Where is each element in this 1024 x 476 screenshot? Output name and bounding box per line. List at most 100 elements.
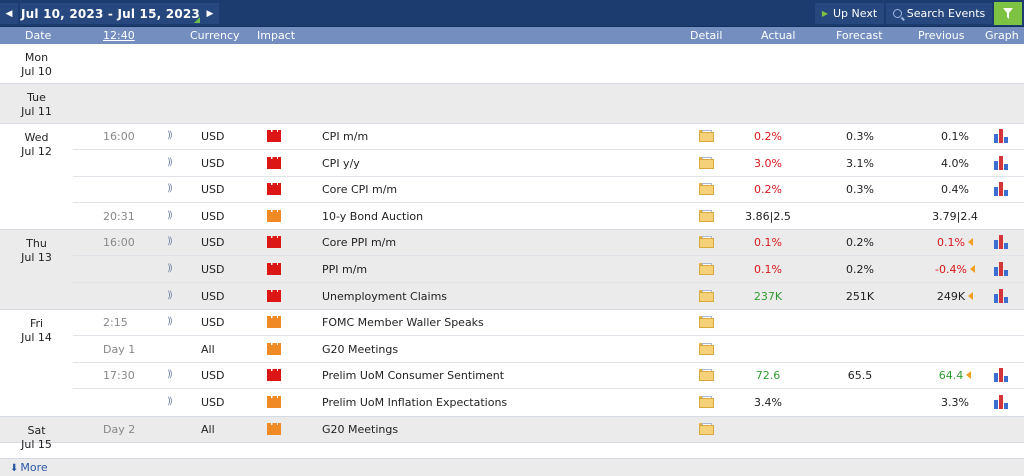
detail-folder-icon[interactable]: [699, 422, 714, 435]
event-time: Day 1: [103, 342, 136, 356]
event-title[interactable]: PPI m/m: [322, 263, 367, 276]
day-block: Fri Jul 14 2:15)) USD FOMC Member Waller Spe…: [0, 310, 1024, 417]
triangle-left-icon: ◀: [5, 8, 13, 19]
day-block: Thu Jul 13 16:00)) USD Core PPI m/m 0.1% 0.2% 0…: [0, 230, 1024, 311]
event-title[interactable]: Prelim UoM Inflation Expectations: [322, 396, 507, 409]
col-previous: Previous: [918, 29, 965, 42]
search-icon: [892, 9, 902, 18]
sound-alert-icon[interactable]: )): [167, 210, 173, 221]
detail-folder-icon[interactable]: [699, 289, 714, 302]
filter-button[interactable]: [994, 2, 1022, 25]
sound-alert-icon[interactable]: )): [167, 290, 173, 301]
detail-folder-icon[interactable]: [699, 316, 714, 329]
sound-alert-icon[interactable]: )): [167, 183, 173, 194]
event-title[interactable]: Prelim UoM Consumer Sentiment: [322, 369, 504, 382]
actual-value: 3.4%: [754, 395, 782, 409]
calendar-footer: ⬇ More: [0, 458, 1024, 476]
graph-icon[interactable]: [994, 368, 1009, 383]
event-title[interactable]: Core CPI m/m: [322, 183, 397, 196]
previous-value-text: 0.1%: [941, 130, 969, 143]
search-events-label: Search Events: [906, 7, 986, 20]
day-label: Fri Jul 14: [0, 317, 73, 345]
detail-folder-icon[interactable]: [699, 369, 714, 382]
more-link[interactable]: ⬇ More: [10, 461, 48, 474]
detail-folder-icon[interactable]: [699, 342, 714, 355]
revised-icon[interactable]: [966, 371, 972, 380]
day-block: Sat Jul 15 Day 2 All G20 Meetings: [0, 416, 1024, 451]
detail-folder-icon[interactable]: [699, 183, 714, 196]
event-time: Day 2: [103, 422, 136, 436]
sound-alert-icon[interactable]: )): [167, 316, 173, 327]
medium-impact-icon: [267, 316, 281, 329]
event-row[interactable]: 16:00)) USD CPI m/m 0.2% 0.3% 0.1%: [73, 124, 1024, 150]
more-label: More: [20, 461, 48, 474]
detail-folder-icon[interactable]: [699, 130, 714, 142]
event-title[interactable]: 10-y Bond Auction: [322, 210, 423, 223]
detail-folder-icon[interactable]: [699, 236, 714, 249]
search-events-button[interactable]: Search Events: [886, 3, 992, 24]
graph-icon[interactable]: [994, 288, 1009, 303]
up-next-button[interactable]: ▶ Up Next: [815, 3, 884, 24]
event-currency: USD: [201, 156, 225, 170]
revised-icon[interactable]: [969, 264, 975, 273]
col-graph: Graph: [985, 29, 1019, 42]
graph-icon[interactable]: [994, 235, 1009, 250]
day-date: Jul 12: [21, 145, 52, 158]
detail-folder-icon[interactable]: [699, 395, 714, 408]
day-label: Sat Jul 15: [0, 424, 73, 452]
day-of-week: Mon: [24, 51, 49, 64]
event-row[interactable]: )) USD CPI y/y 3.0% 3.1% 4.0%: [73, 151, 1024, 177]
event-title[interactable]: CPI m/m: [322, 130, 368, 143]
detail-folder-icon[interactable]: [699, 262, 714, 275]
forecast-value: 251K: [845, 289, 875, 303]
event-row[interactable]: )) USD Prelim UoM Inflation Expectations 3.…: [73, 390, 1024, 416]
sound-alert-icon[interactable]: )): [167, 236, 173, 247]
day-block: Wed Jul 12 16:00)) USD CPI m/m 0.2% 0.3% 0.1%))…: [0, 124, 1024, 231]
event-row[interactable]: Day 2 All G20 Meetings: [73, 417, 1024, 443]
previous-value-text: 3.3%: [941, 395, 969, 409]
forecast-value: 3.1%: [846, 156, 874, 170]
detail-folder-icon[interactable]: [699, 156, 714, 169]
event-title[interactable]: G20 Meetings: [322, 343, 398, 356]
graph-icon[interactable]: [994, 129, 1009, 143]
event-time: 16:00: [103, 236, 135, 250]
detail-folder-icon[interactable]: [699, 209, 714, 222]
event-currency: USD: [201, 130, 225, 143]
date-range-selector[interactable]: Jul 10, 2023 - Jul 15, 2023: [20, 3, 201, 24]
date-range-label: Jul 10, 2023 - Jul 15, 2023: [20, 6, 200, 21]
medium-impact-icon: [267, 342, 281, 355]
revised-icon[interactable]: [968, 291, 974, 300]
actual-value: 3.86|2.5: [745, 209, 791, 223]
event-row[interactable]: 2:15)) USD FOMC Member Waller Speaks: [73, 310, 1024, 337]
event-row[interactable]: 17:30)) USD Prelim UoM Consumer Sentiment 7…: [73, 363, 1024, 390]
graph-icon[interactable]: [994, 182, 1009, 197]
graph-icon[interactable]: [994, 394, 1009, 409]
previous-value: 0.1%: [915, 236, 995, 249]
sound-alert-icon[interactable]: )): [167, 130, 173, 141]
next-week-button[interactable]: ▶: [201, 3, 219, 24]
event-title[interactable]: Unemployment Claims: [322, 290, 447, 303]
graph-icon[interactable]: [994, 261, 1009, 276]
sound-alert-icon[interactable]: )): [167, 157, 173, 168]
event-title[interactable]: CPI y/y: [322, 157, 360, 170]
previous-value-text: 3.79|2.4: [932, 209, 978, 223]
col-actual: Actual: [761, 29, 796, 42]
graph-icon[interactable]: [994, 155, 1009, 170]
event-row[interactable]: 16:00)) USD Core PPI m/m 0.1% 0.2% 0.1%: [73, 230, 1024, 257]
event-row[interactable]: )) USD PPI m/m 0.1% 0.2% -0.4%: [73, 257, 1024, 283]
prev-week-button[interactable]: ◀: [0, 3, 18, 24]
event-row[interactable]: )) USD Core CPI m/m 0.2% 0.3% 0.4%: [73, 177, 1024, 204]
event-row[interactable]: Day 1 All G20 Meetings: [73, 337, 1024, 363]
sound-alert-icon[interactable]: )): [167, 369, 173, 380]
event-row[interactable]: )) USD Unemployment Claims 237K 251K 249K: [73, 284, 1024, 310]
sound-alert-icon[interactable]: )): [167, 263, 173, 274]
calendar-toolbar: ◀ Jul 10, 2023 - Jul 15, 2023 ▶ ▶ Up Nex…: [0, 0, 1024, 27]
previous-value-text: -0.4%: [935, 262, 967, 276]
event-title[interactable]: FOMC Member Waller Speaks: [322, 316, 484, 329]
revised-icon[interactable]: [967, 238, 973, 247]
event-row[interactable]: 20:31)) USD 10-y Bond Auction 3.86|2.5 3.79|…: [73, 204, 1024, 230]
event-title[interactable]: Core PPI m/m: [322, 236, 396, 249]
current-time-link[interactable]: 12:40: [103, 29, 135, 42]
sound-alert-icon[interactable]: )): [167, 396, 173, 407]
event-title[interactable]: G20 Meetings: [322, 423, 398, 436]
